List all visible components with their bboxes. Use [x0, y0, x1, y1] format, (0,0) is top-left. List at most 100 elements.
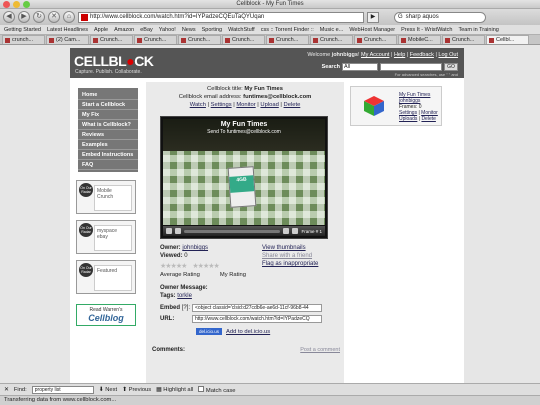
embed-code-field[interactable]: <object classid='clsid:d27cdb6e-ae6d-11c… [192, 304, 322, 312]
browser-tab[interactable]: MobileC... [398, 35, 441, 44]
upload-link[interactable]: Upload [260, 102, 278, 108]
settings-link[interactable]: Settings [211, 102, 232, 108]
post-comment-link[interactable]: Post a comment [300, 347, 340, 353]
flag-link[interactable]: Flag as inappropriate [262, 260, 318, 268]
video-action-links: View thumbnails Share with a friend Flag… [262, 244, 318, 268]
tab-label: Crunch... [276, 37, 299, 43]
browser-tab[interactable]: crunch... [2, 35, 45, 44]
tag-link[interactable]: torkle [177, 293, 192, 299]
site-search-go-button[interactable]: GO [444, 63, 458, 71]
my-account-link[interactable]: My Account [361, 52, 389, 58]
fullscreen-icon[interactable] [292, 228, 299, 234]
home-button[interactable]: ⌂ [63, 11, 75, 23]
browser-tab[interactable]: Crunch... [178, 35, 221, 44]
cellblog-badge[interactable]: Read Warren's Cellblog [76, 304, 136, 326]
radar-badge[interactable]: On Our Radar Featured [76, 260, 136, 294]
feedback-link[interactable]: Feedback [410, 52, 434, 58]
address-bar[interactable]: http://www.cellblock.com/watch.htm?id=IY… [78, 11, 364, 23]
tab-label: crunch... [12, 37, 34, 43]
url-field[interactable]: http://www.cellblock.com/watch.htm?id=IY… [192, 315, 322, 323]
nav-home[interactable]: Home [78, 90, 138, 100]
bookmark-item[interactable]: Sporting [202, 27, 223, 33]
bookmark-item[interactable]: Latest Headlines [47, 27, 88, 33]
bookmark-item[interactable]: Yahoo! [159, 27, 176, 33]
go-button[interactable]: ▶ [367, 11, 379, 23]
browser-tab[interactable]: Crunch... [266, 35, 309, 44]
browser-tab-active[interactable]: Cellbl... [486, 35, 529, 44]
tab-label: (2) Cam... [56, 37, 81, 43]
nav-embed-instructions[interactable]: Embed Instructions [78, 150, 138, 160]
browser-tab[interactable]: Crunch... [90, 35, 133, 44]
bookmark-item[interactable]: Amazon [114, 27, 134, 33]
bookmark-item[interactable]: Team in Training [458, 27, 498, 33]
nav-examples[interactable]: Examples [78, 140, 138, 150]
browser-tab[interactable]: Crunch... [310, 35, 353, 44]
bookmark-item[interactable]: WatchStuff [228, 27, 255, 33]
bookmark-item[interactable]: Press It - WristWatch [401, 27, 452, 33]
watch-link[interactable]: Watch [190, 102, 206, 108]
view-thumbnails-link[interactable]: View thumbnails [262, 244, 318, 252]
stop-button[interactable]: ✕ [48, 11, 60, 23]
share-friend-link[interactable]: Share with a friend [262, 252, 318, 260]
bookmark-item[interactable]: css :: Torrent Finder :: [261, 27, 314, 33]
scrub-bar[interactable] [184, 229, 281, 233]
help-link[interactable]: Help [394, 52, 405, 58]
nav-faq[interactable]: FAQ [78, 160, 138, 170]
site-search-input[interactable] [380, 63, 442, 71]
reload-button[interactable]: ↻ [33, 11, 45, 23]
monitor-link[interactable]: Monitor [236, 102, 255, 108]
my-rating-stars[interactable]: ★★★★★ [192, 262, 219, 270]
find-previous-button[interactable]: ⬆ Previous [122, 387, 151, 393]
bookmark-item[interactable]: Apple [94, 27, 108, 33]
radar-badge[interactable]: On Our Radar myspace ebay [76, 220, 136, 254]
embed-hint[interactable]: [?]: [182, 305, 190, 311]
delete-link[interactable]: Delete [284, 102, 301, 108]
tab-favicon-icon [49, 37, 54, 43]
browser-tab[interactable]: Crunch... [134, 35, 177, 44]
zoom-icon[interactable] [23, 1, 30, 8]
window-title: Cellblock - My Fun Times [236, 1, 304, 7]
summary-text: My Fun Times johnbiggs Frames: 0 Setting… [399, 92, 438, 122]
search-box[interactable]: G sharp aquos [394, 11, 486, 23]
cellblock-logo[interactable]: CELLBL●CK [74, 53, 154, 69]
play-icon[interactable] [166, 228, 172, 234]
browser-tab[interactable]: (2) Cam... [46, 35, 89, 44]
close-icon[interactable] [3, 1, 10, 8]
nav-start-cellblock[interactable]: Start a Cellblock [78, 100, 138, 110]
minimize-icon[interactable] [13, 1, 20, 8]
back-button[interactable]: ◀ [3, 11, 15, 23]
bookmark-item[interactable]: News [182, 27, 196, 33]
find-close-icon[interactable]: ✕ [4, 387, 9, 393]
search-scope-select[interactable]: All [342, 63, 378, 71]
owner-link[interactable]: johnbiggs [182, 245, 208, 251]
browser-tab[interactable]: Crunch... [222, 35, 265, 44]
frame-counter: Frame # 1 [301, 228, 322, 234]
nav-reviews[interactable]: Reviews [78, 130, 138, 140]
nav-my-fix[interactable]: My Fix [78, 110, 138, 120]
volume-icon[interactable] [283, 228, 290, 234]
video-frame[interactable]: My Fun Times Send To funtimes@cellblock.… [163, 119, 325, 225]
bookmark-item[interactable]: WebHost Manager [349, 27, 395, 33]
find-input[interactable]: property list [31, 385, 94, 394]
summary-uploads-link[interactable]: Uploads [399, 116, 417, 122]
bookmark-item[interactable]: Music e... [320, 27, 344, 33]
search-label: Search [321, 64, 340, 70]
bookmark-item[interactable]: eBay [140, 27, 153, 33]
pause-icon[interactable] [175, 228, 181, 234]
find-label: Find: [13, 386, 27, 393]
match-case-toggle[interactable]: Match case [198, 385, 236, 394]
delicious-link[interactable]: Add to del.icio.us [226, 329, 270, 335]
logout-link[interactable]: Log Out [438, 52, 458, 58]
summary-delete-link[interactable]: Delete [421, 116, 435, 122]
bookmark-item[interactable]: Getting Started [4, 27, 41, 33]
highlight-all-button[interactable]: ▦ Highlight all [156, 387, 193, 393]
forward-button[interactable]: ▶ [18, 11, 30, 23]
delicious-badge[interactable]: del.icio.us [196, 328, 223, 335]
radar-badge[interactable]: On Our Radar Mobile Crunch [76, 180, 136, 214]
browser-tab[interactable]: Crunch... [442, 35, 485, 44]
video-player[interactable]: My Fun Times Send To funtimes@cellblock.… [160, 116, 328, 239]
match-case-checkbox[interactable] [198, 385, 205, 392]
find-next-button[interactable]: ⬇ Next [99, 387, 117, 393]
browser-tab[interactable]: Crunch... [354, 35, 397, 44]
nav-what-is[interactable]: What is Cellblock? [78, 120, 138, 130]
